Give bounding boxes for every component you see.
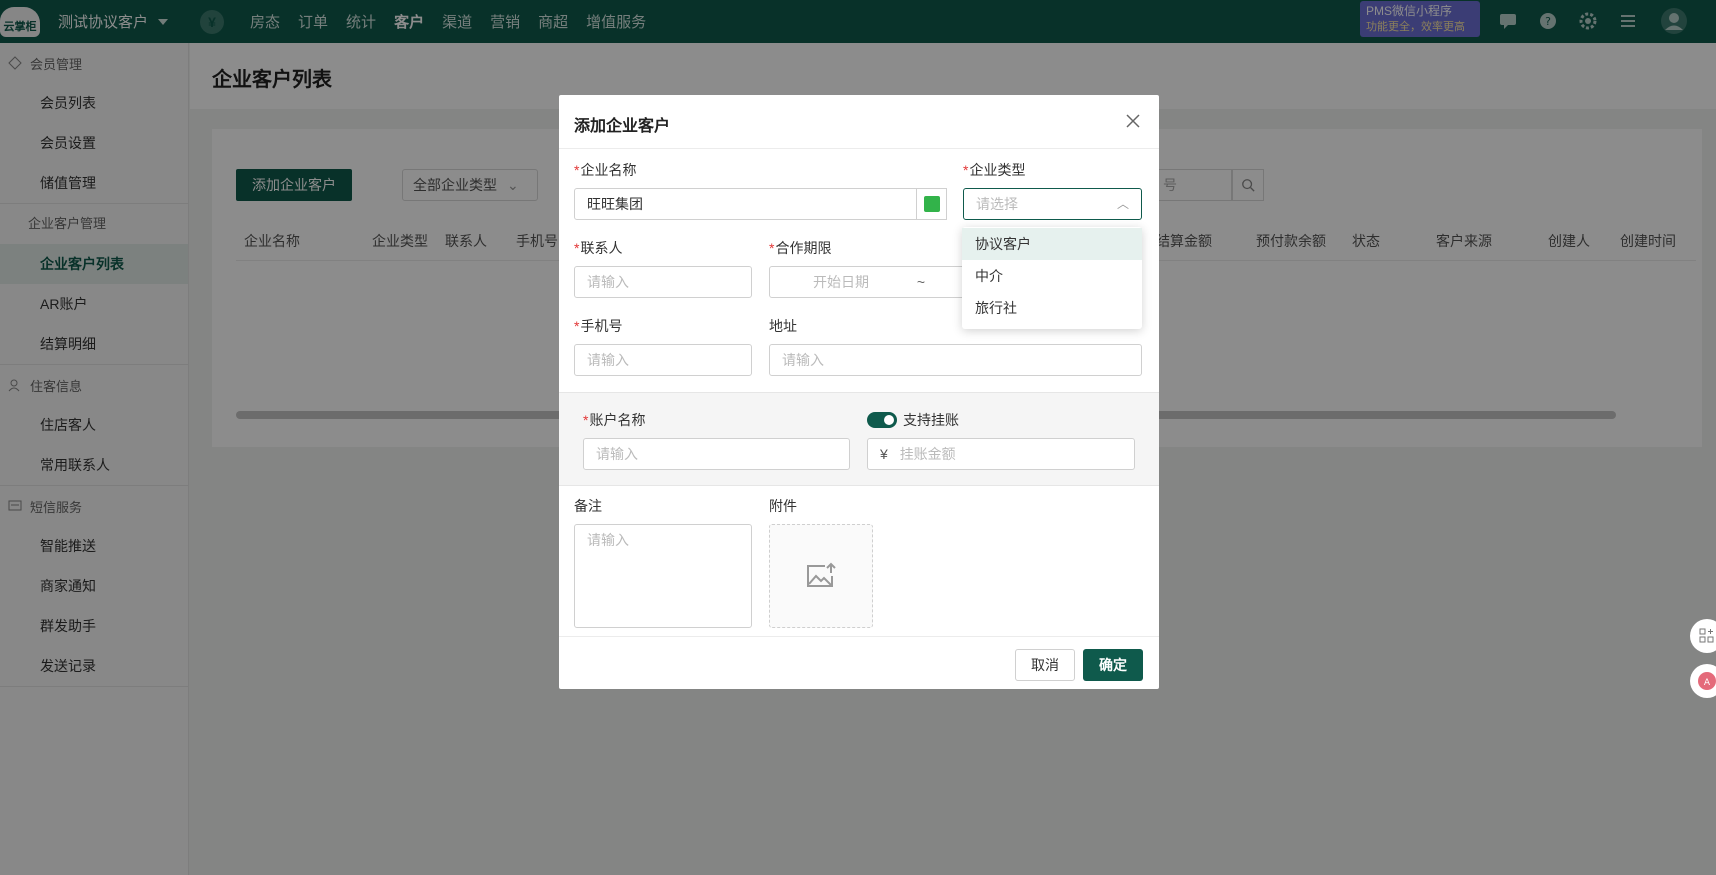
- color-swatch: [923, 196, 940, 212]
- account-name-label: *账户名称: [583, 412, 646, 428]
- attachment-upload[interactable]: [769, 524, 873, 628]
- company-name-label: *企业名称: [574, 162, 637, 178]
- company-type-dropdown: 协议客户 中介 旅行社: [962, 227, 1142, 329]
- grid-app-icon[interactable]: [1690, 619, 1716, 653]
- dialog-title: 添加企业客户: [574, 118, 671, 135]
- dialog-header: 添加企业客户: [559, 95, 1159, 149]
- close-icon[interactable]: [1125, 113, 1141, 129]
- company-type-label: *企业类型: [963, 162, 1026, 178]
- contact-label: *联系人: [574, 240, 623, 256]
- remark-label: 备注: [574, 498, 602, 514]
- credit-amount-input[interactable]: ¥ 挂账金额: [867, 438, 1135, 470]
- phone-input[interactable]: 请输入: [574, 344, 752, 376]
- date-separator: ~: [916, 274, 926, 290]
- chevron-up-icon: ︿: [1116, 197, 1129, 211]
- translate-icon[interactable]: A: [1690, 664, 1716, 698]
- attachment-label: 附件: [769, 498, 797, 514]
- confirm-button[interactable]: 确定: [1083, 649, 1143, 681]
- remark-textarea[interactable]: 请输入: [574, 524, 752, 628]
- color-picker-button[interactable]: [917, 188, 947, 220]
- dialog-footer: 取消 确定: [559, 636, 1159, 689]
- account-section: *账户名称 请输入 支持挂账 ¥ 挂账金额: [559, 392, 1159, 486]
- option-agency[interactable]: 中介: [962, 260, 1142, 292]
- add-enterprise-dialog: 添加企业客户 *企业名称 旺旺集团 *企业类型 请选择 ︿ *联系人 请输入 *…: [559, 95, 1159, 689]
- company-name-input[interactable]: 旺旺集团: [574, 188, 917, 220]
- date-range-picker[interactable]: 开始日期 ~: [769, 266, 969, 298]
- select-placeholder: 请选择: [976, 196, 1018, 212]
- start-date-input[interactable]: 开始日期: [813, 274, 869, 290]
- contact-input[interactable]: 请输入: [574, 266, 752, 298]
- credit-toggle[interactable]: [867, 412, 897, 428]
- company-type-select[interactable]: 请选择 ︿: [963, 188, 1142, 220]
- svg-text:A: A: [1704, 678, 1711, 688]
- phone-label: *手机号: [574, 318, 623, 334]
- account-name-input[interactable]: 请输入: [583, 438, 850, 470]
- cancel-button[interactable]: 取消: [1015, 649, 1075, 681]
- upload-image-icon: [807, 562, 836, 587]
- credit-toggle-label: 支持挂账: [903, 412, 959, 428]
- option-travel-agency[interactable]: 旅行社: [962, 292, 1142, 324]
- period-label: *合作期限: [769, 240, 832, 256]
- address-label: 地址: [769, 318, 797, 334]
- address-input[interactable]: 请输入: [769, 344, 1142, 376]
- credit-amount-placeholder: 挂账金额: [899, 446, 956, 462]
- currency-symbol: ¥: [880, 446, 888, 462]
- option-agreement-customer[interactable]: 协议客户: [962, 228, 1142, 260]
